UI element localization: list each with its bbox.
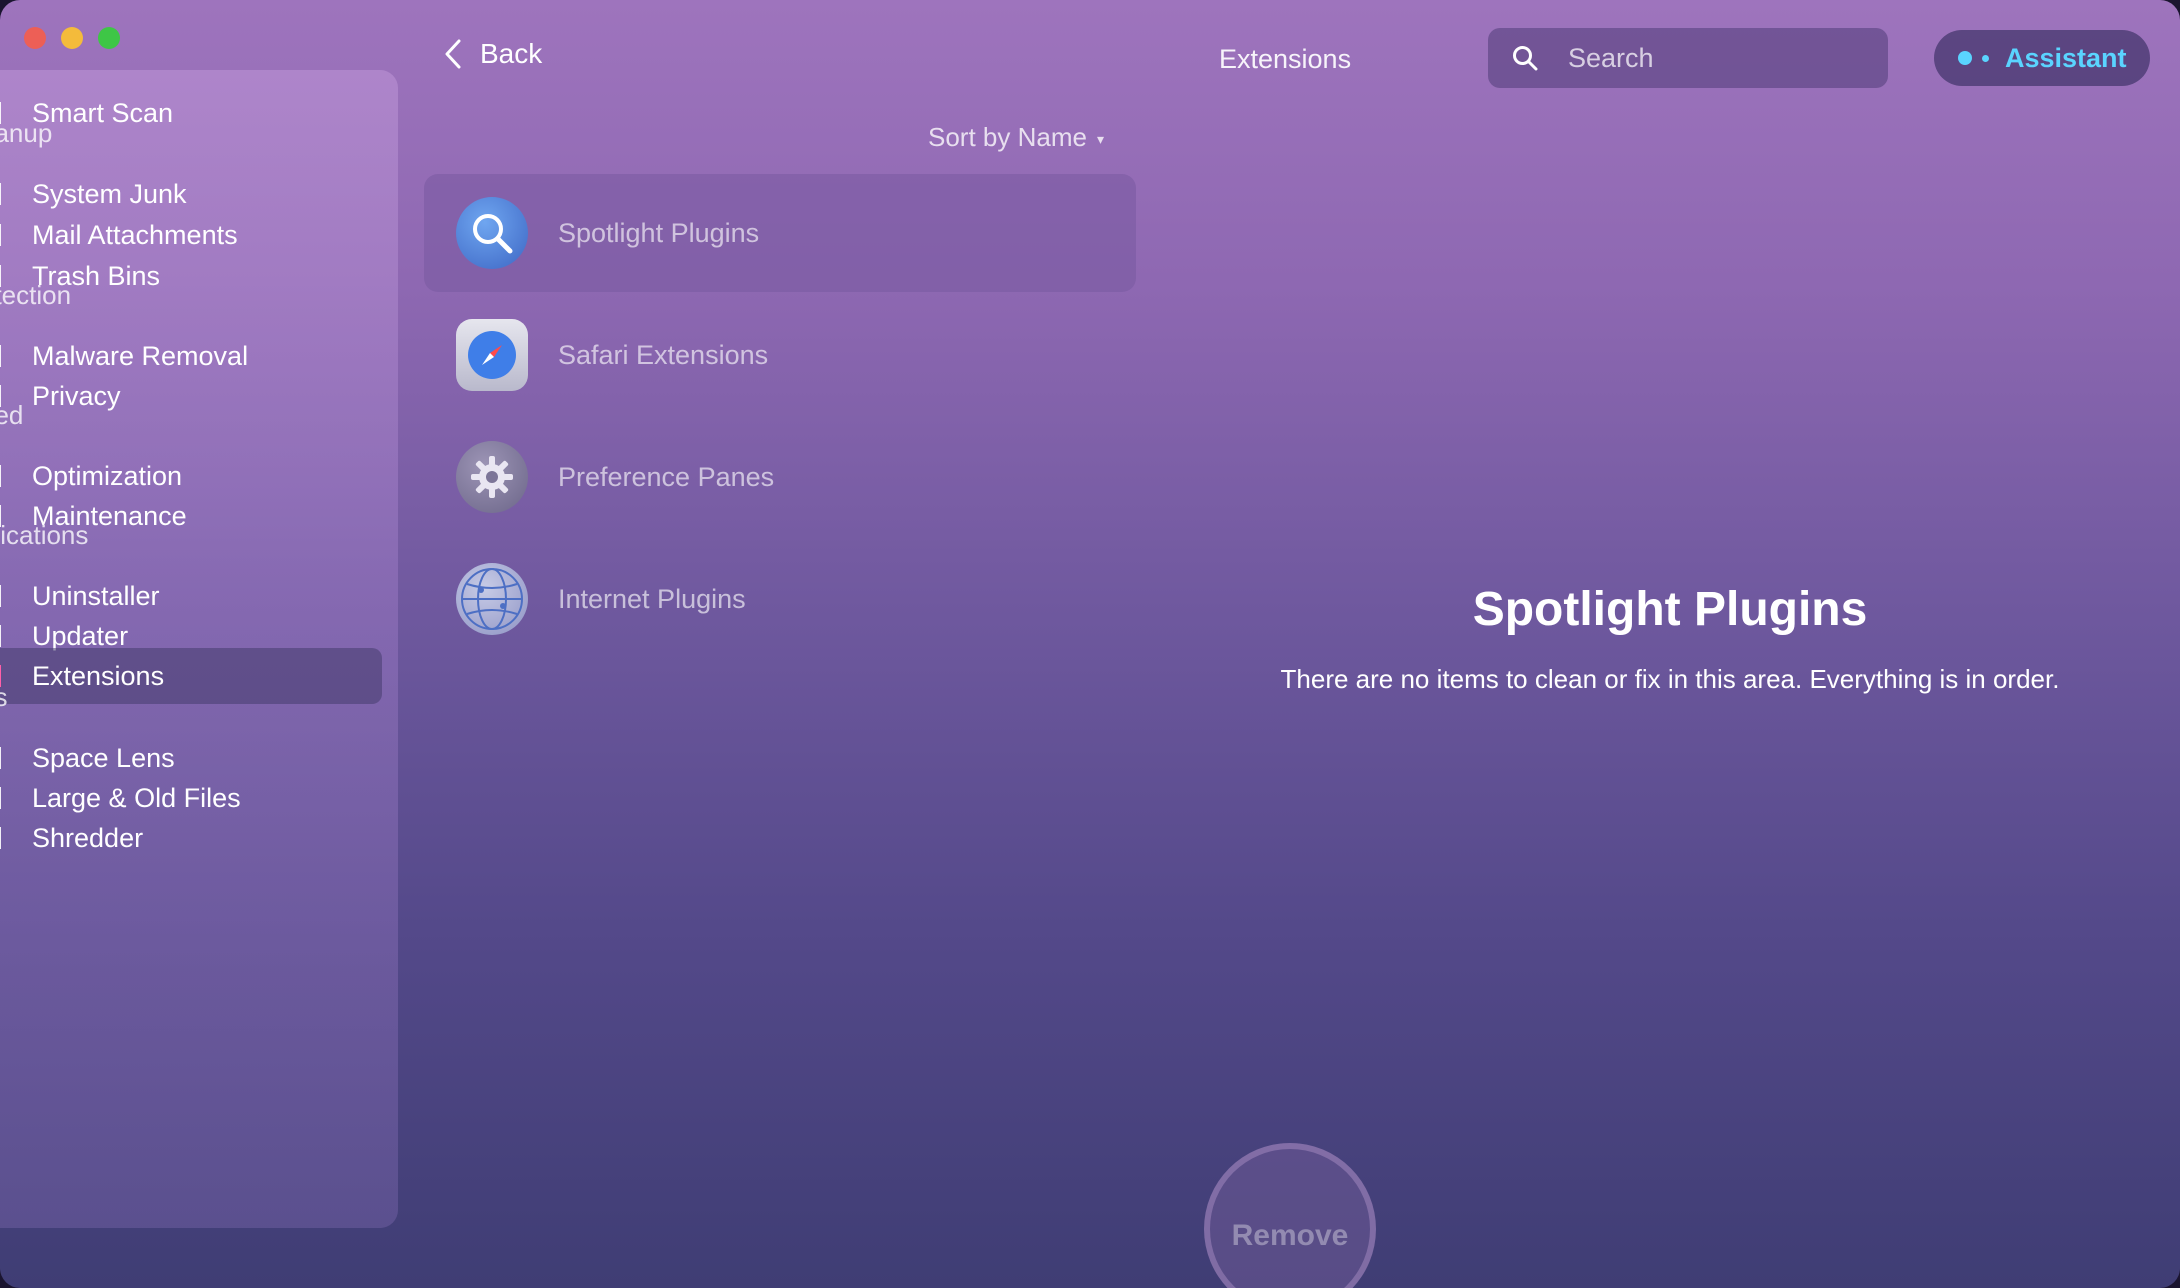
sidebar-item-shredder[interactable]: Shredder	[0, 810, 382, 866]
assistant-small-dot-icon	[1982, 54, 1989, 62]
sidebar-item-label: Optimization	[32, 460, 183, 491]
chevron-left-icon	[445, 39, 461, 69]
extension-item-internet-plugins[interactable]: Internet Plugins	[424, 540, 1136, 658]
app-window: Smart Scan eanup System Junk Mail Attach…	[0, 0, 2180, 1288]
zoom-window-button[interactable]	[98, 27, 120, 49]
extension-label: Safari Extensions	[558, 339, 769, 370]
sidebar-section-protection: otection	[0, 280, 72, 310]
assistant-button[interactable]: Assistant	[1934, 30, 2150, 86]
mail-attachments-icon	[0, 224, 6, 246]
sidebar-item-smart-scan[interactable]: Smart Scan	[0, 85, 382, 141]
sidebar-item-label: Privacy	[32, 380, 121, 411]
spotlight-icon	[456, 197, 528, 269]
search-input[interactable]	[1568, 42, 1848, 74]
detail-title: Spotlight Plugins	[1472, 583, 1868, 636]
globe-icon	[456, 563, 528, 635]
sidebar-section-speed: eed	[0, 400, 24, 430]
page-title: Extensions	[1219, 44, 1352, 74]
sidebar-item-label: Extensions	[32, 660, 165, 691]
sidebar-item-privacy[interactable]: Privacy	[0, 368, 382, 424]
space-lens-icon	[0, 747, 6, 769]
window-controls	[24, 27, 120, 49]
search-icon	[1513, 46, 1538, 71]
sort-dropdown[interactable]: Sort by Name ▾	[928, 122, 1104, 153]
extension-item-safari-extensions[interactable]: Safari Extensions	[424, 296, 1136, 414]
sidebar-item-label: Smart Scan	[32, 97, 174, 128]
extension-label: Spotlight Plugins	[558, 217, 760, 248]
optimization-icon	[0, 465, 6, 487]
caret-down-icon: ▾	[1096, 131, 1104, 147]
sidebar: Smart Scan eanup System Junk Mail Attach…	[0, 70, 398, 1228]
back-button[interactable]: Back	[444, 38, 542, 70]
sidebar-section-applications: plications	[0, 520, 89, 550]
extension-label: Preference Panes	[558, 461, 775, 492]
search-field[interactable]	[1488, 28, 1888, 88]
assistant-label: Assistant	[2005, 42, 2127, 73]
back-button-label: Back	[480, 38, 543, 69]
malware-removal-icon	[0, 345, 6, 367]
sidebar-item-label: Large & Old Files	[32, 782, 241, 813]
large-old-files-icon	[0, 787, 6, 809]
remove-button-label: Remove	[1231, 1219, 1349, 1252]
detail-message: There are no items to clean or fix in th…	[1280, 664, 2060, 694]
close-window-button[interactable]	[24, 27, 46, 49]
extension-item-preference-panes[interactable]: Preference Panes	[424, 418, 1136, 536]
sidebar-item-label: Space Lens	[32, 742, 175, 773]
sort-label: Sort by Name	[928, 122, 1087, 152]
sidebar-item-label: Malware Removal	[32, 340, 249, 371]
sidebar-item-label: Mail Attachments	[32, 219, 238, 250]
sidebar-section-cleanup: eanup	[0, 118, 53, 148]
sidebar-section-files: es	[0, 682, 8, 712]
shredder-icon	[0, 827, 6, 849]
gear-icon	[456, 441, 528, 513]
sidebar-item-label: Uninstaller	[32, 580, 160, 611]
sidebar-item-label: Shredder	[32, 822, 144, 853]
sidebar-item-label: System Junk	[32, 178, 187, 209]
extension-item-spotlight-plugins[interactable]: Spotlight Plugins	[424, 174, 1136, 292]
system-junk-icon	[0, 183, 6, 205]
safari-icon	[456, 319, 528, 391]
sidebar-item-label: Updater	[32, 620, 129, 651]
sidebar-item-extensions[interactable]: Extensions	[0, 648, 382, 704]
assistant-dot-icon	[1958, 51, 1972, 65]
remove-button[interactable]: Remove	[1204, 1143, 1376, 1288]
uninstaller-icon	[0, 585, 6, 607]
extension-label: Internet Plugins	[558, 583, 746, 614]
updater-icon	[0, 625, 6, 647]
minimize-window-button[interactable]	[61, 27, 83, 49]
